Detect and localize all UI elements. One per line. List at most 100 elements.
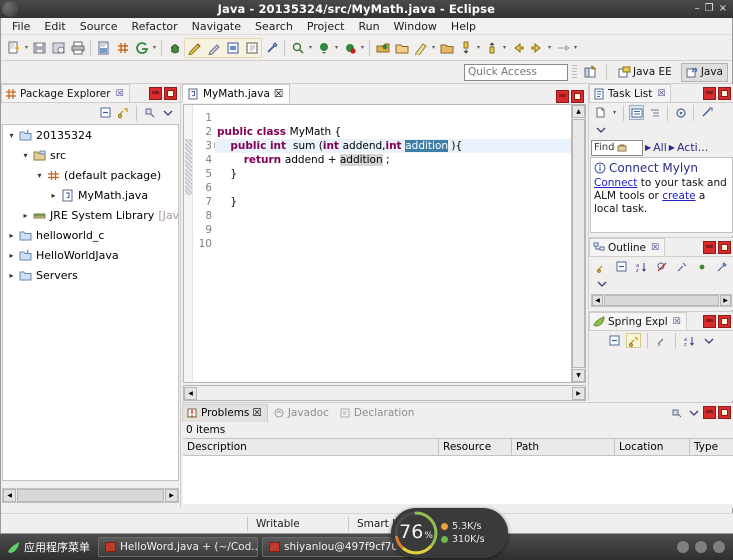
minimize-button[interactable] xyxy=(703,314,716,328)
maximize-button[interactable] xyxy=(718,240,731,254)
minimize-icon[interactable]: – xyxy=(695,4,700,14)
annotation-ruler[interactable] xyxy=(184,105,193,382)
menu-help[interactable]: Help xyxy=(444,19,483,34)
quick-access-input[interactable] xyxy=(464,63,569,81)
tray-icon[interactable] xyxy=(677,541,689,553)
create-link[interactable]: create xyxy=(662,190,695,202)
maximize-button[interactable] xyxy=(718,406,731,419)
open-folder-icon[interactable] xyxy=(393,39,410,57)
tree-item-helloworld-c[interactable]: ▸ helloworld_c xyxy=(3,225,178,245)
column-header-description[interactable]: Description xyxy=(183,439,439,455)
column-header-location[interactable]: Location xyxy=(615,439,690,455)
column-header-type[interactable]: Type xyxy=(690,439,731,455)
network-monitor-widget[interactable]: 76% 5.3K/s 310K/s xyxy=(391,508,508,558)
home-dropdown-arrow[interactable]: ▾ xyxy=(572,39,579,57)
twisty-icon[interactable]: ▾ xyxy=(5,131,18,140)
tab-declaration[interactable]: Declaration xyxy=(336,404,420,422)
editor-vscrollbar[interactable]: ▲ ▼ xyxy=(571,104,586,383)
editor-hscrollbar[interactable]: ◀ ▶ xyxy=(183,385,586,401)
new-wizard-icon[interactable] xyxy=(5,39,22,57)
link-with-editor-icon[interactable] xyxy=(116,105,131,120)
package-explorer-hscrollbar[interactable]: ◀ ▶ xyxy=(2,488,179,503)
menu-window[interactable]: Window xyxy=(387,19,444,34)
tree-item-default-package[interactable]: ▾ (default package) xyxy=(3,165,178,185)
tab-task-list[interactable]: Task List ☒ xyxy=(589,84,672,102)
next-member-dropdown-arrow[interactable]: ▾ xyxy=(475,39,482,57)
filter-icon[interactable] xyxy=(654,333,669,348)
scroll-right-arrow[interactable]: ▶ xyxy=(165,489,178,502)
close-icon[interactable]: ☒ xyxy=(657,89,665,99)
scroll-right-arrow[interactable]: ▶ xyxy=(720,295,731,306)
selected-token[interactable]: addition xyxy=(405,140,449,152)
tab-javadoc[interactable]: Javadoc xyxy=(270,404,334,422)
tree-item-project[interactable]: ▾ 20135324 xyxy=(3,125,178,145)
connect-link[interactable]: Connect xyxy=(594,177,637,189)
edit-icon[interactable] xyxy=(412,39,429,57)
link-icon[interactable] xyxy=(263,39,280,57)
open-task-icon[interactable] xyxy=(243,39,260,57)
toolbar-grip[interactable] xyxy=(572,64,578,80)
view-chevron-icon[interactable] xyxy=(593,122,608,137)
previous-annotation-icon[interactable] xyxy=(341,39,358,57)
maximize-button[interactable] xyxy=(718,86,731,100)
filter-all[interactable]: All xyxy=(653,141,667,154)
sort-icon[interactable]: az xyxy=(634,259,649,274)
menu-run[interactable]: Run xyxy=(351,19,386,34)
scroll-left-arrow[interactable]: ◀ xyxy=(184,386,197,400)
run-external-icon[interactable] xyxy=(205,39,222,57)
new-task-dropdown-arrow[interactable]: ▾ xyxy=(611,104,618,122)
previous-member-dropdown-arrow[interactable]: ▾ xyxy=(501,39,508,57)
chevron-right-icon[interactable]: ▶ xyxy=(669,143,675,152)
chevron-right-icon[interactable]: ▶ xyxy=(645,143,651,152)
column-header-path[interactable]: Path xyxy=(512,439,615,455)
column-header-resource[interactable]: Resource xyxy=(439,439,512,455)
twisty-icon[interactable]: ▾ xyxy=(33,171,46,180)
minimize-button[interactable] xyxy=(556,90,569,103)
perspective-java-ee[interactable]: Java EE xyxy=(613,63,677,82)
scrollbar-thumb[interactable] xyxy=(17,489,164,502)
new-task-icon[interactable] xyxy=(593,105,608,120)
scroll-down-arrow[interactable]: ▼ xyxy=(572,369,585,382)
tree-item-jre-system-library[interactable]: ▸ JRE System Library [JavaSE-1.7] xyxy=(3,205,178,225)
categorized-presentation-icon[interactable] xyxy=(629,105,644,120)
git-dropdown-arrow[interactable]: ▾ xyxy=(151,39,158,57)
twisty-icon[interactable]: ▸ xyxy=(5,251,18,260)
maximize-icon[interactable]: ❐ xyxy=(705,4,714,14)
tab-problems[interactable]: Problems ☒ xyxy=(182,403,268,422)
sort-icon[interactable]: az xyxy=(682,333,697,348)
minimize-button[interactable] xyxy=(703,240,716,254)
tree-item-helloworldjava[interactable]: ▸ HelloWorldJava xyxy=(3,245,178,265)
menu-search[interactable]: Search xyxy=(248,19,300,34)
project-tree[interactable]: ▾ 20135324 ▾ src ▾ (default package) ▸ M… xyxy=(2,124,179,481)
save-as-icon[interactable] xyxy=(50,39,67,57)
outline-hscrollbar[interactable]: ◀ ▶ xyxy=(591,294,732,307)
view-chevron-icon[interactable] xyxy=(594,276,609,291)
menu-edit[interactable]: Edit xyxy=(37,19,72,34)
close-icon[interactable]: ☒ xyxy=(651,243,659,253)
prev-dropdown-arrow[interactable]: ▾ xyxy=(359,39,366,57)
tab-outline[interactable]: Outline ☒ xyxy=(589,238,666,256)
task-find-input[interactable]: Find xyxy=(591,139,643,156)
synchronize-icon[interactable] xyxy=(699,105,714,120)
hide-nonpublic-icon[interactable] xyxy=(694,259,709,274)
close-icon[interactable]: ☒ xyxy=(274,88,283,100)
hide-static-icon[interactable] xyxy=(674,259,689,274)
new-dropdown-arrow[interactable]: ▾ xyxy=(23,39,30,57)
twisty-icon[interactable]: ▸ xyxy=(5,231,18,240)
collapse-all-icon[interactable] xyxy=(607,333,622,348)
filter-activate[interactable]: Acti... xyxy=(677,141,708,154)
taskbar-item-helloword[interactable]: HelloWord.java + (~/Cod... xyxy=(98,537,258,557)
hide-fields-icon[interactable] xyxy=(654,259,669,274)
view-menu-icon[interactable] xyxy=(669,405,684,420)
search-icon[interactable] xyxy=(289,39,306,57)
focus-on-active-task-icon[interactable] xyxy=(594,259,609,274)
editor-body[interactable]: 1 2 3⊟ 4 5 6 7 8 9 10 xyxy=(183,104,586,383)
search-dropdown-arrow[interactable]: ▾ xyxy=(307,39,314,57)
tray-icon[interactable] xyxy=(713,541,725,553)
collapse-all-icon[interactable] xyxy=(98,105,113,120)
scroll-up-arrow[interactable]: ▲ xyxy=(572,105,585,118)
menu-refactor[interactable]: Refactor xyxy=(125,19,185,34)
maximize-button[interactable] xyxy=(571,90,584,103)
next-annotation-icon[interactable] xyxy=(315,39,332,57)
maximize-button[interactable] xyxy=(718,314,731,328)
